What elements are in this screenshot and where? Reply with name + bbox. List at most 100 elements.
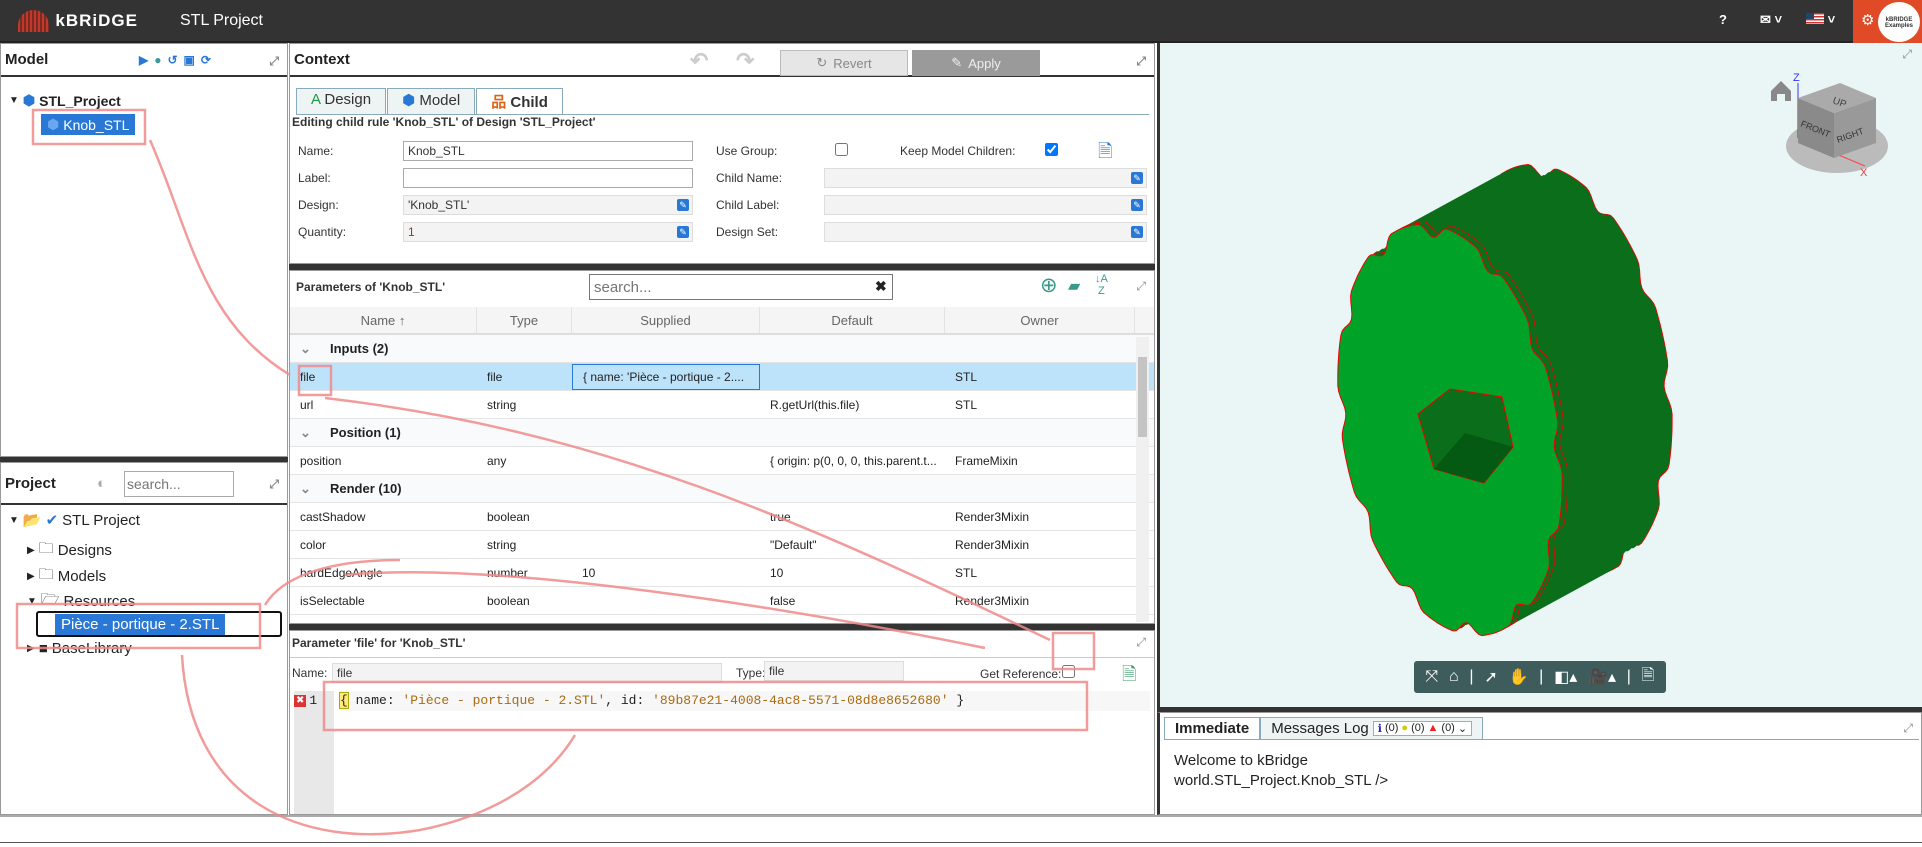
- table-row[interactable]: hardEdgeAngle number 10 10 STL: [290, 559, 1154, 587]
- document-icon[interactable]: 🗎: [1098, 139, 1112, 169]
- pdf-export-icon[interactable]: 🗎: [1642, 664, 1655, 691]
- undo-icon[interactable]: ↶: [690, 48, 708, 74]
- kbridge-examples-logo[interactable]: kBRIDGE Examples: [1878, 2, 1920, 42]
- error-marker-icon[interactable]: ✖: [294, 694, 307, 707]
- table-row[interactable]: position any { origin: p(0, 0, 0, this.par…: [290, 447, 1154, 475]
- group-row[interactable]: ⌄ Inputs (2): [290, 335, 1154, 363]
- document-green-icon[interactable]: 🗎: [1122, 662, 1136, 692]
- table-row[interactable]: url string R.getUrl(this.file) STL: [290, 391, 1154, 419]
- scrollbar-thumb[interactable]: [1138, 357, 1147, 437]
- column-header[interactable]: Owner: [945, 307, 1135, 333]
- tree-item-pice-portique[interactable]: Pièce - portique - 2.STL: [36, 611, 282, 637]
- eye-slash-icon[interactable]: ◐: [97, 475, 106, 492]
- code-editor[interactable]: { name: 'Pièce - portique - 2.STL', id: …: [339, 691, 1150, 711]
- pan-hand-icon[interactable]: ✋: [1508, 667, 1528, 687]
- expand-icon[interactable]: ⤢: [1903, 721, 1913, 736]
- fit-all-icon[interactable]: ⤧: [1425, 668, 1438, 686]
- save-icon[interactable]: ▣: [184, 53, 201, 67]
- param-type-field[interactable]: file: [764, 661, 904, 681]
- tab-messages-log[interactable]: Messages Log ℹ (0) ● (0) ▲ (0) ⌄: [1260, 717, 1484, 739]
- table-row[interactable]: castShadow boolean true Render3Mixin: [290, 503, 1154, 531]
- status-dot-icon[interactable]: ●: [154, 53, 167, 67]
- message-counts[interactable]: ℹ (0) ● (0) ▲ (0) ⌄: [1372, 721, 1473, 736]
- chevron-down-icon[interactable]: ⌄: [1458, 722, 1467, 735]
- 3d-viewer[interactable]: ⤢ UP FRONT RIGHT Z X: [1157, 43, 1922, 707]
- table-row[interactable]: file file { name: 'Pièce - portique - 2...…: [290, 363, 1154, 391]
- table-row[interactable]: isSelectable boolean false Render3Mixin: [290, 587, 1154, 615]
- sort-az-icon[interactable]: ↓A Z: [1095, 273, 1108, 297]
- view-cube-icon[interactable]: ◧▴: [1554, 667, 1577, 687]
- mail-menu-button[interactable]: ✉ ˅: [1760, 12, 1782, 28]
- revert-button[interactable]: ↻ Revert: [780, 50, 908, 76]
- project-search-input[interactable]: [124, 471, 234, 497]
- table-row[interactable]: color string "Default" Render3Mixin: [290, 531, 1154, 559]
- camera-icon[interactable]: 🎥▴: [1588, 667, 1616, 687]
- expand-icon[interactable]: ⤢: [1136, 635, 1146, 650]
- tree-item-baselibrary[interactable]: ▶ ■ BaseLibrary: [27, 640, 132, 657]
- clear-search-icon[interactable]: ✖: [875, 278, 887, 295]
- edit-icon[interactable]: ✎: [1131, 199, 1143, 211]
- chevron-down-icon[interactable]: ⌄: [290, 481, 320, 497]
- language-menu-button[interactable]: ˅: [1806, 12, 1835, 27]
- redo-icon[interactable]: ↷: [736, 48, 754, 74]
- group-row[interactable]: ⌄ Render (10): [290, 475, 1154, 503]
- expand-icon[interactable]: ⤢: [1136, 54, 1146, 69]
- tree-item-stl-project[interactable]: ▼ 📂 ✔ STL Project: [9, 511, 140, 530]
- name-field[interactable]: Knob_STL: [403, 141, 693, 161]
- label-field[interactable]: [403, 168, 693, 188]
- eraser-icon[interactable]: ▰: [1068, 276, 1080, 296]
- quantity-field[interactable]: 1 ✎: [403, 222, 693, 242]
- help-button[interactable]: ?: [1719, 12, 1727, 27]
- design-set-field[interactable]: ✎: [824, 222, 1147, 242]
- tree-item-models[interactable]: ▶ 🗀 Models: [27, 564, 106, 589]
- edit-icon[interactable]: ✎: [677, 226, 689, 238]
- undo-icon[interactable]: ↺: [167, 53, 183, 67]
- edit-icon[interactable]: ✎: [1131, 172, 1143, 184]
- home-icon[interactable]: ⌂: [1449, 668, 1459, 686]
- expand-icon[interactable]: ⤢: [269, 477, 279, 492]
- home-icon[interactable]: [1771, 81, 1791, 101]
- column-header[interactable]: Type: [477, 307, 572, 333]
- tab-model[interactable]: ⬢ Model: [387, 88, 476, 114]
- viewer-canvas[interactable]: UP FRONT RIGHT Z X: [1160, 43, 1922, 707]
- tree-item-knob-stl[interactable]: ⬢ Knob_STL: [41, 114, 136, 135]
- scrollbar[interactable]: [1136, 337, 1149, 622]
- panel-title: Project: [5, 474, 56, 492]
- get-reference-checkbox[interactable]: [1062, 665, 1075, 678]
- tab-immediate[interactable]: Immediate: [1164, 717, 1261, 739]
- expand-icon[interactable]: ⤢: [1136, 279, 1146, 294]
- gear-icon[interactable]: ⚙: [1861, 11, 1874, 29]
- edit-icon[interactable]: ✎: [1131, 226, 1143, 238]
- tree-item-stl-project[interactable]: ▼ ⬢ STL_Project: [9, 92, 121, 109]
- knob-model[interactable]: [1337, 163, 1673, 637]
- use-group-checkbox[interactable]: [835, 143, 848, 156]
- play-icon[interactable]: ▶: [139, 53, 154, 67]
- column-header[interactable]: Default: [760, 307, 945, 333]
- column-header[interactable]: Name ↑: [290, 307, 477, 333]
- tab-design[interactable]: A Design: [296, 88, 387, 114]
- tree-label: Pièce - portique - 2.STL: [55, 614, 226, 635]
- kbridge-logo[interactable]: kBRiDGE: [18, 6, 138, 36]
- apply-button[interactable]: ✎ Apply: [912, 50, 1040, 76]
- child-name-field[interactable]: ✎: [824, 168, 1147, 188]
- expand-icon[interactable]: ⤢: [269, 54, 279, 69]
- chevron-down-icon[interactable]: ⌄: [290, 425, 320, 441]
- select-arrow-icon[interactable]: ➚: [1484, 667, 1497, 687]
- tab-child[interactable]: 品 Child: [476, 88, 563, 114]
- parameters-search-input[interactable]: [589, 274, 893, 300]
- child-label-field[interactable]: ✎: [824, 195, 1147, 215]
- cell-supplied[interactable]: 10: [572, 566, 760, 580]
- edit-icon[interactable]: ✎: [677, 199, 689, 211]
- chevron-down-icon[interactable]: ⌄: [290, 341, 320, 357]
- keep-model-children-checkbox[interactable]: [1045, 143, 1058, 156]
- column-header[interactable]: Supplied: [572, 307, 760, 333]
- console-output[interactable]: Welcome to kBridge world.STL_Project.Kno…: [1174, 751, 1388, 791]
- design-field[interactable]: 'Knob_STL' ✎: [403, 195, 693, 215]
- cell-supplied[interactable]: { name: 'Pièce - portique - 2....: [572, 363, 760, 390]
- tree-item-designs[interactable]: ▶ 🗀 Designs: [27, 538, 112, 563]
- add-circle-icon[interactable]: ⊕: [1040, 273, 1058, 298]
- group-row[interactable]: ⌄ Position (1): [290, 419, 1154, 447]
- view-cube[interactable]: UP FRONT RIGHT Z X: [1771, 72, 1888, 179]
- refresh-icon[interactable]: ⟳: [201, 53, 217, 67]
- param-name-field[interactable]: file: [332, 663, 722, 683]
